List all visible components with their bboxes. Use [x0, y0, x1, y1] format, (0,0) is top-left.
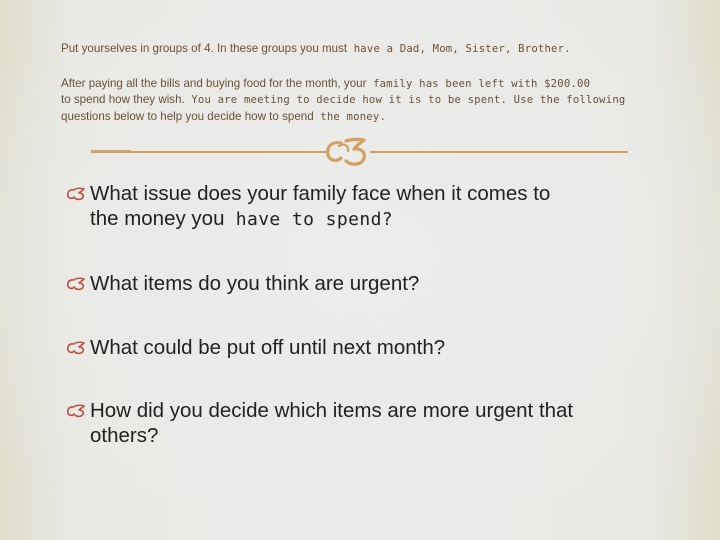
- instructions-text: family has been left with $200.00: [366, 77, 591, 90]
- instructions-text: questions below to help you decide how t…: [61, 109, 314, 123]
- fleuron-bullet-icon: [66, 404, 85, 418]
- question-text: the money you: [90, 207, 225, 230]
- instructions-text: have a Dad, Mom, Sister, Brother.: [347, 43, 571, 55]
- instructions-block: Put yourselves in groups of 4. In these …: [61, 41, 711, 125]
- fleuron-bullet-icon: [66, 187, 85, 201]
- question-text: How did you decide which items are more …: [90, 399, 574, 422]
- question-text: What items do you think are urgent?: [90, 272, 420, 295]
- instructions-text: the money.: [313, 110, 387, 123]
- instructions-line-2: After paying all the bills and buying fo…: [61, 76, 711, 93]
- instructions-text: Put yourselves in groups of 4. In these …: [61, 42, 348, 55]
- question-text: have to spend?: [224, 209, 394, 230]
- divider-line-left: [91, 151, 326, 153]
- question-text: What could be put off until next month?: [90, 336, 446, 359]
- instructions-text: to spend how they wish.: [61, 93, 185, 106]
- question-item: How did you decide which items are more …: [66, 398, 696, 448]
- fleuron-ornament-icon: [326, 137, 366, 166]
- question-text: others?: [90, 424, 159, 447]
- question-item: What could be put off until next month?: [66, 335, 696, 360]
- instructions-text: You are meeting to decide how it is to b…: [184, 94, 626, 106]
- instructions-line-3: to spend how they wish. You are meeting …: [61, 92, 711, 109]
- instructions-line-4: questions below to help you decide how t…: [61, 109, 711, 126]
- slide: Put yourselves in groups of 4. In these …: [0, 0, 720, 540]
- question-list: What issue does your family face when it…: [66, 181, 696, 448]
- instructions-text: After paying all the bills and buying fo…: [61, 76, 367, 90]
- fleuron-bullet-icon: [66, 277, 85, 291]
- divider-line-right: [370, 151, 628, 153]
- fleuron-bullet-icon: [66, 341, 85, 355]
- instructions-line-1: Put yourselves in groups of 4. In these …: [61, 41, 711, 58]
- question-text: What issue does your family face when it…: [90, 182, 551, 205]
- ornamental-divider: [88, 137, 630, 167]
- question-item: What issue does your family face when it…: [66, 181, 696, 232]
- question-item: What items do you think are urgent?: [66, 271, 696, 296]
